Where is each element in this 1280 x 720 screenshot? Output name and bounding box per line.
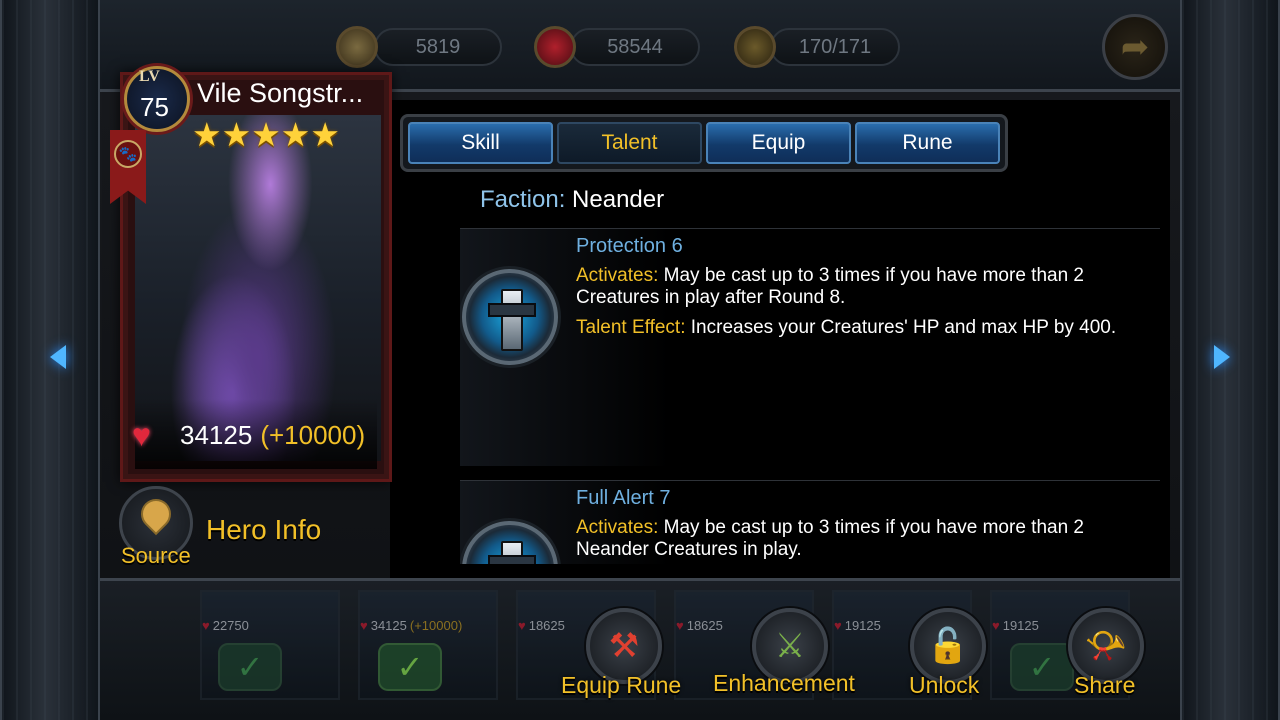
deck-card-hp-value: 18625 [686,618,723,633]
heart-icon: ♥ [518,618,526,633]
activates-key: Activates: [576,265,659,286]
heart-icon: ♥ [202,618,210,633]
tab-equip[interactable]: Equip [706,122,851,164]
coin-icon [336,26,378,68]
resource-hp-text: 58544 [607,35,663,58]
talent-activates: Activates: May be cast up to 3 times if … [576,517,1146,561]
level-value: 75 [140,92,169,122]
deck-card-hp: ♥ 34125 (+10000) [360,618,462,633]
deck-card-hp-value: 18625 [528,618,565,633]
level-label: LV [139,68,160,85]
hero-info-button[interactable]: Hero Info [206,514,321,546]
padlock-icon: 🔓 [926,627,970,665]
talent-effect: Talent Effect: Increases your Creatures'… [576,317,1146,339]
right-frame-ornament [1180,0,1280,720]
talent-activates: Activates: May be cast up to 3 times if … [576,265,1146,309]
resource-value-1: 5819 [374,28,502,66]
source-label[interactable]: Source [121,543,191,569]
effect-key: Talent Effect: [576,317,686,338]
back-arrow-icon: ➦ [1120,28,1150,66]
checkmark-icon: ✓ [1010,643,1074,691]
nav-right-icon[interactable] [1214,345,1230,369]
hp-value: 34125 [180,419,253,450]
checkmark-icon: ✓ [378,643,442,691]
heart-icon: ♥ [834,618,842,633]
share-label[interactable]: Share [1074,672,1135,699]
heart-icon [534,26,576,68]
resource-value-1-text: 5819 [415,35,461,58]
deck-card-hp-value: 19125 [844,618,881,633]
talent-title: Protection 6 [576,235,683,257]
unlock-label[interactable]: Unlock [909,672,979,699]
deck-card-hp: ♥ 18625 [518,618,565,633]
deck-card-hp: ♥ 22750 [202,618,249,633]
deck-card-hp: ♥ 19125 [992,618,1039,633]
shield-sword-icon [462,269,558,365]
deck-card-hp: ♥ 18625 [676,618,723,633]
checkmark-icon: ✓ [218,643,282,691]
equip-rune-label[interactable]: Equip Rune [561,672,681,699]
faction-line: Faction: Neander [480,186,664,214]
crossed-swords-icon [734,26,776,68]
star-icon: ★ [192,116,222,153]
back-button[interactable]: ➦ [1102,14,1168,80]
resource-battle: 170/171 [770,28,900,66]
shield-sword-icon [462,521,558,564]
detail-tabs: Skill Talent Equip Rune [400,114,1008,172]
rune-hammer-icon: ⚒ [608,627,640,665]
nav-left-icon[interactable] [50,345,66,369]
horn-icon: 📯 [1084,627,1128,665]
hero-name: Vile Songstr... [197,78,364,108]
resource-hp: 58544 [570,28,700,66]
star-icon: ★ [251,116,281,153]
talent-list[interactable]: Protection 6 Activates: May be cast up t… [460,228,1160,564]
star-icon: ★ [310,116,340,153]
talent-title: Full Alert 7 [576,487,671,509]
star-icon: ★ [280,116,311,153]
heart-icon: ♥ [992,618,1000,633]
tab-rune[interactable]: Rune [855,122,1000,164]
hero-stars: ★ ★ ★ ★ ★ [192,118,340,152]
deck-card-hp-value: 19125 [1002,618,1039,633]
effect-text: Increases your Creatures' HP and max HP … [690,317,1117,338]
deck-card-hp-value: 22750 [212,618,249,633]
heart-icon: ♥ [360,618,368,633]
deck-card-hp: ♥ 19125 [834,618,881,633]
deck-card-hp-value: 34125 [370,618,407,633]
deck-card-hp-bonus: (+10000) [409,618,463,633]
resource-battle-text: 170/171 [798,35,872,58]
tab-skill[interactable]: Skill [408,122,553,164]
faction-value: Neander [572,186,665,213]
paw-icon: 🐾 [114,140,142,168]
faction-key: Faction: [480,186,566,213]
hero-hp: ♥ 34125 (+10000) [132,418,365,452]
enhancement-label[interactable]: Enhancement [713,670,855,697]
talent-item: Full Alert 7 Activates: May be cast up t… [460,480,1160,564]
hp-bonus: (+10000) [260,419,366,450]
heart-icon: ♥ [676,618,684,633]
talent-item: Protection 6 Activates: May be cast up t… [460,228,1160,466]
heart-icon: ♥ [132,417,151,453]
tab-talent[interactable]: Talent [557,122,702,164]
star-icon: ★ [221,116,252,153]
activates-key: Activates: [576,517,659,538]
